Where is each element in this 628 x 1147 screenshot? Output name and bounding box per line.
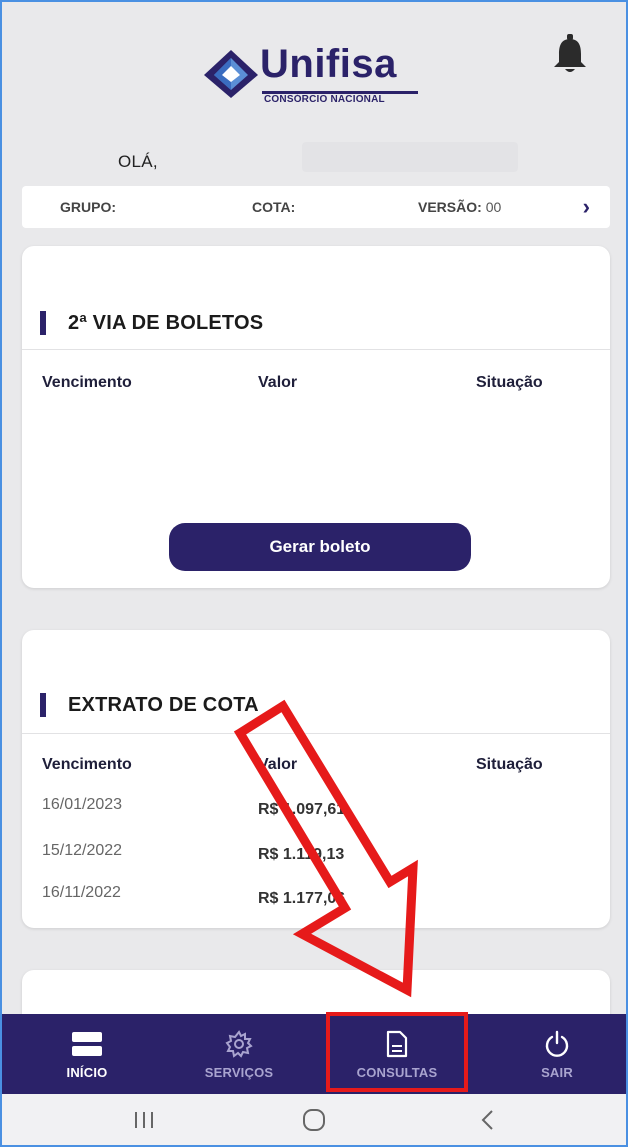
bottom-navigation: INÍCIO SERVIÇOS CONSULTAS SAIR	[2, 1014, 626, 1094]
quota-label: COTA:	[252, 199, 296, 215]
nav-label: SAIR	[541, 1064, 573, 1080]
column-header-due: Vencimento	[42, 374, 132, 391]
generate-boleto-button[interactable]: Gerar boleto	[169, 523, 471, 571]
boletos-card: 2ª VIA DE BOLETOS Vencimento Valor Situa…	[22, 246, 610, 588]
recents-icon[interactable]	[114, 1102, 174, 1138]
power-icon	[541, 1029, 573, 1059]
home-circle-icon[interactable]	[284, 1102, 344, 1138]
card-divider	[22, 349, 610, 350]
extrato-row-due: 15/12/2022	[42, 842, 123, 859]
version-label: VERSÃO:	[418, 199, 482, 215]
extrato-title: EXTRATO DE COTA	[68, 694, 259, 716]
group-label: GRUPO:	[60, 199, 116, 215]
bell-icon[interactable]	[550, 32, 590, 76]
card-divider	[22, 733, 610, 734]
extrato-row-due: 16/11/2022	[42, 884, 121, 901]
extrato-row-due: 16/01/2023	[42, 796, 123, 813]
nav-item-servicos[interactable]: SERVIÇOS	[174, 1014, 304, 1094]
nav-item-consultas[interactable]: CONSULTAS	[332, 1014, 462, 1094]
document-icon	[381, 1029, 413, 1059]
extrato-row-value: R$ 1.177,06	[258, 890, 346, 907]
extrato-row-value: R$ 1.097,61	[258, 801, 346, 818]
boletos-title: 2ª VIA DE BOLETOS	[68, 312, 264, 334]
unifisa-logo: Unifisa CONSÓRCIO NACIONAL	[202, 42, 462, 110]
column-header-value: Valor	[258, 756, 298, 773]
greeting-text: OLÁ,	[118, 152, 158, 171]
user-name-placeholder	[302, 142, 518, 172]
gear-icon	[223, 1029, 255, 1059]
column-header-due: Vencimento	[42, 756, 132, 773]
nav-item-sair[interactable]: SAIR	[492, 1014, 622, 1094]
chevron-right-icon[interactable]: ›	[583, 194, 590, 220]
nav-label: SERVIÇOS	[204, 1064, 274, 1080]
title-accent-bar	[40, 693, 46, 717]
extrato-card: EXTRATO DE COTA Vencimento Valor Situaçã…	[22, 630, 610, 928]
nav-item-inicio[interactable]: INÍCIO	[22, 1014, 152, 1094]
app-header: Unifisa CONSÓRCIO NACIONAL OLÁ,	[2, 2, 626, 192]
title-accent-bar	[40, 311, 46, 335]
nav-label: INÍCIO	[66, 1064, 108, 1080]
column-header-value: Valor	[258, 374, 298, 391]
nav-label: CONSULTAS	[356, 1064, 438, 1080]
logo-diamond-icon	[204, 50, 258, 98]
version-value: 00	[485, 199, 502, 215]
quota-info-bar[interactable]: GRUPO: COTA: VERSÃO: 00 ›	[22, 186, 610, 228]
back-icon[interactable]	[458, 1102, 518, 1138]
extrato-row-value: R$ 1.119,13	[258, 846, 345, 863]
system-navigation-bar	[2, 1094, 626, 1145]
column-header-status: Situação	[476, 374, 543, 391]
column-header-status: Situação	[476, 756, 543, 773]
brand-subtitle: CONSÓRCIO NACIONAL	[264, 94, 385, 105]
phone-screen: Unifisa CONSÓRCIO NACIONAL OLÁ, GRUPO: C…	[0, 0, 628, 1147]
brand-name: Unifisa	[260, 42, 397, 86]
version-info: VERSÃO: 00	[418, 199, 501, 215]
home-menu-icon	[71, 1029, 103, 1059]
